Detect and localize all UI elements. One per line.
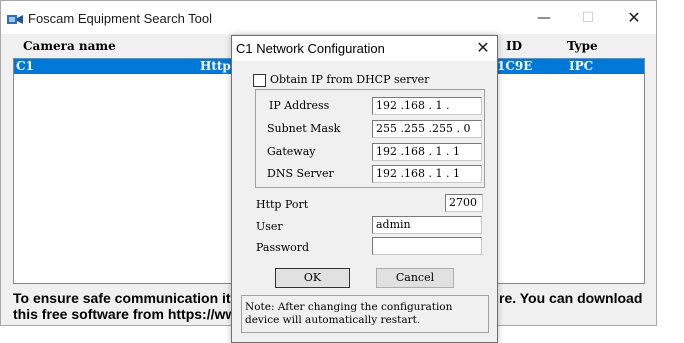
window-title: Foscam Equipment Search Tool xyxy=(28,11,213,26)
http-port-field[interactable]: 2700 xyxy=(445,194,483,212)
subnet-mask-label: Subnet Mask xyxy=(267,122,341,135)
ip-settings-group: IP Address 192 .168 . 1 . Subnet Mask 25… xyxy=(255,89,485,188)
notice-text-line1-left: To ensure safe communication it i xyxy=(13,290,239,306)
notice-text-line2: this free software from https://www xyxy=(13,306,248,322)
ip-address-field[interactable]: 192 .168 . 1 . xyxy=(372,97,482,115)
maximize-button[interactable]: ☐ xyxy=(573,7,603,29)
dialog-titlebar: C1 Network Configuration ✕ xyxy=(232,36,497,61)
gateway-label: Gateway xyxy=(267,145,316,158)
row-camera-name: C1 xyxy=(16,59,34,73)
close-button[interactable]: ✕ xyxy=(619,7,649,29)
dialog-title: C1 Network Configuration xyxy=(236,41,385,56)
cancel-button[interactable]: Cancel xyxy=(376,268,454,288)
row-protocol: Http xyxy=(200,59,231,73)
network-config-dialog: C1 Network Configuration ✕ Obtain IP fro… xyxy=(231,35,498,343)
ok-button[interactable]: OK xyxy=(275,268,350,288)
subnet-mask-field[interactable]: 255 .255 .255 . 0 xyxy=(372,120,482,138)
http-port-label: Http Port xyxy=(256,198,309,211)
password-field[interactable] xyxy=(372,237,482,255)
column-header-camera-name[interactable]: Camera name xyxy=(23,39,116,53)
note-line1: Note: After changing the configuration xyxy=(245,301,453,313)
dns-server-label: DNS Server xyxy=(267,167,334,180)
gateway-field[interactable]: 192 .168 . 1 . 1 xyxy=(372,143,482,161)
dialog-close-button[interactable]: ✕ xyxy=(472,37,494,59)
ip-address-label: IP Address xyxy=(269,99,330,112)
minimize-button[interactable]: — xyxy=(529,7,559,29)
note-line2: device will automatically restart. xyxy=(245,314,421,326)
column-header-type[interactable]: Type xyxy=(567,39,598,53)
main-titlebar: Foscam Equipment Search Tool — ☐ ✕ xyxy=(1,1,656,34)
notice-text-line1-right: re. You can download xyxy=(499,290,643,306)
row-type: IPC xyxy=(569,59,594,73)
camera-icon xyxy=(7,12,23,26)
user-label: User xyxy=(256,220,283,233)
user-field[interactable]: admin xyxy=(372,216,482,234)
dhcp-checkbox-label[interactable]: Obtain IP from DHCP server xyxy=(270,73,429,86)
column-header-id[interactable]: ID xyxy=(506,39,522,53)
row-id: 1C9E xyxy=(497,59,533,73)
password-label: Password xyxy=(256,241,310,254)
dns-server-field[interactable]: 192 .168 . 1 . 1 xyxy=(372,165,482,183)
dhcp-checkbox[interactable] xyxy=(253,74,266,87)
note-box: Note: After changing the configuration d… xyxy=(241,295,489,333)
